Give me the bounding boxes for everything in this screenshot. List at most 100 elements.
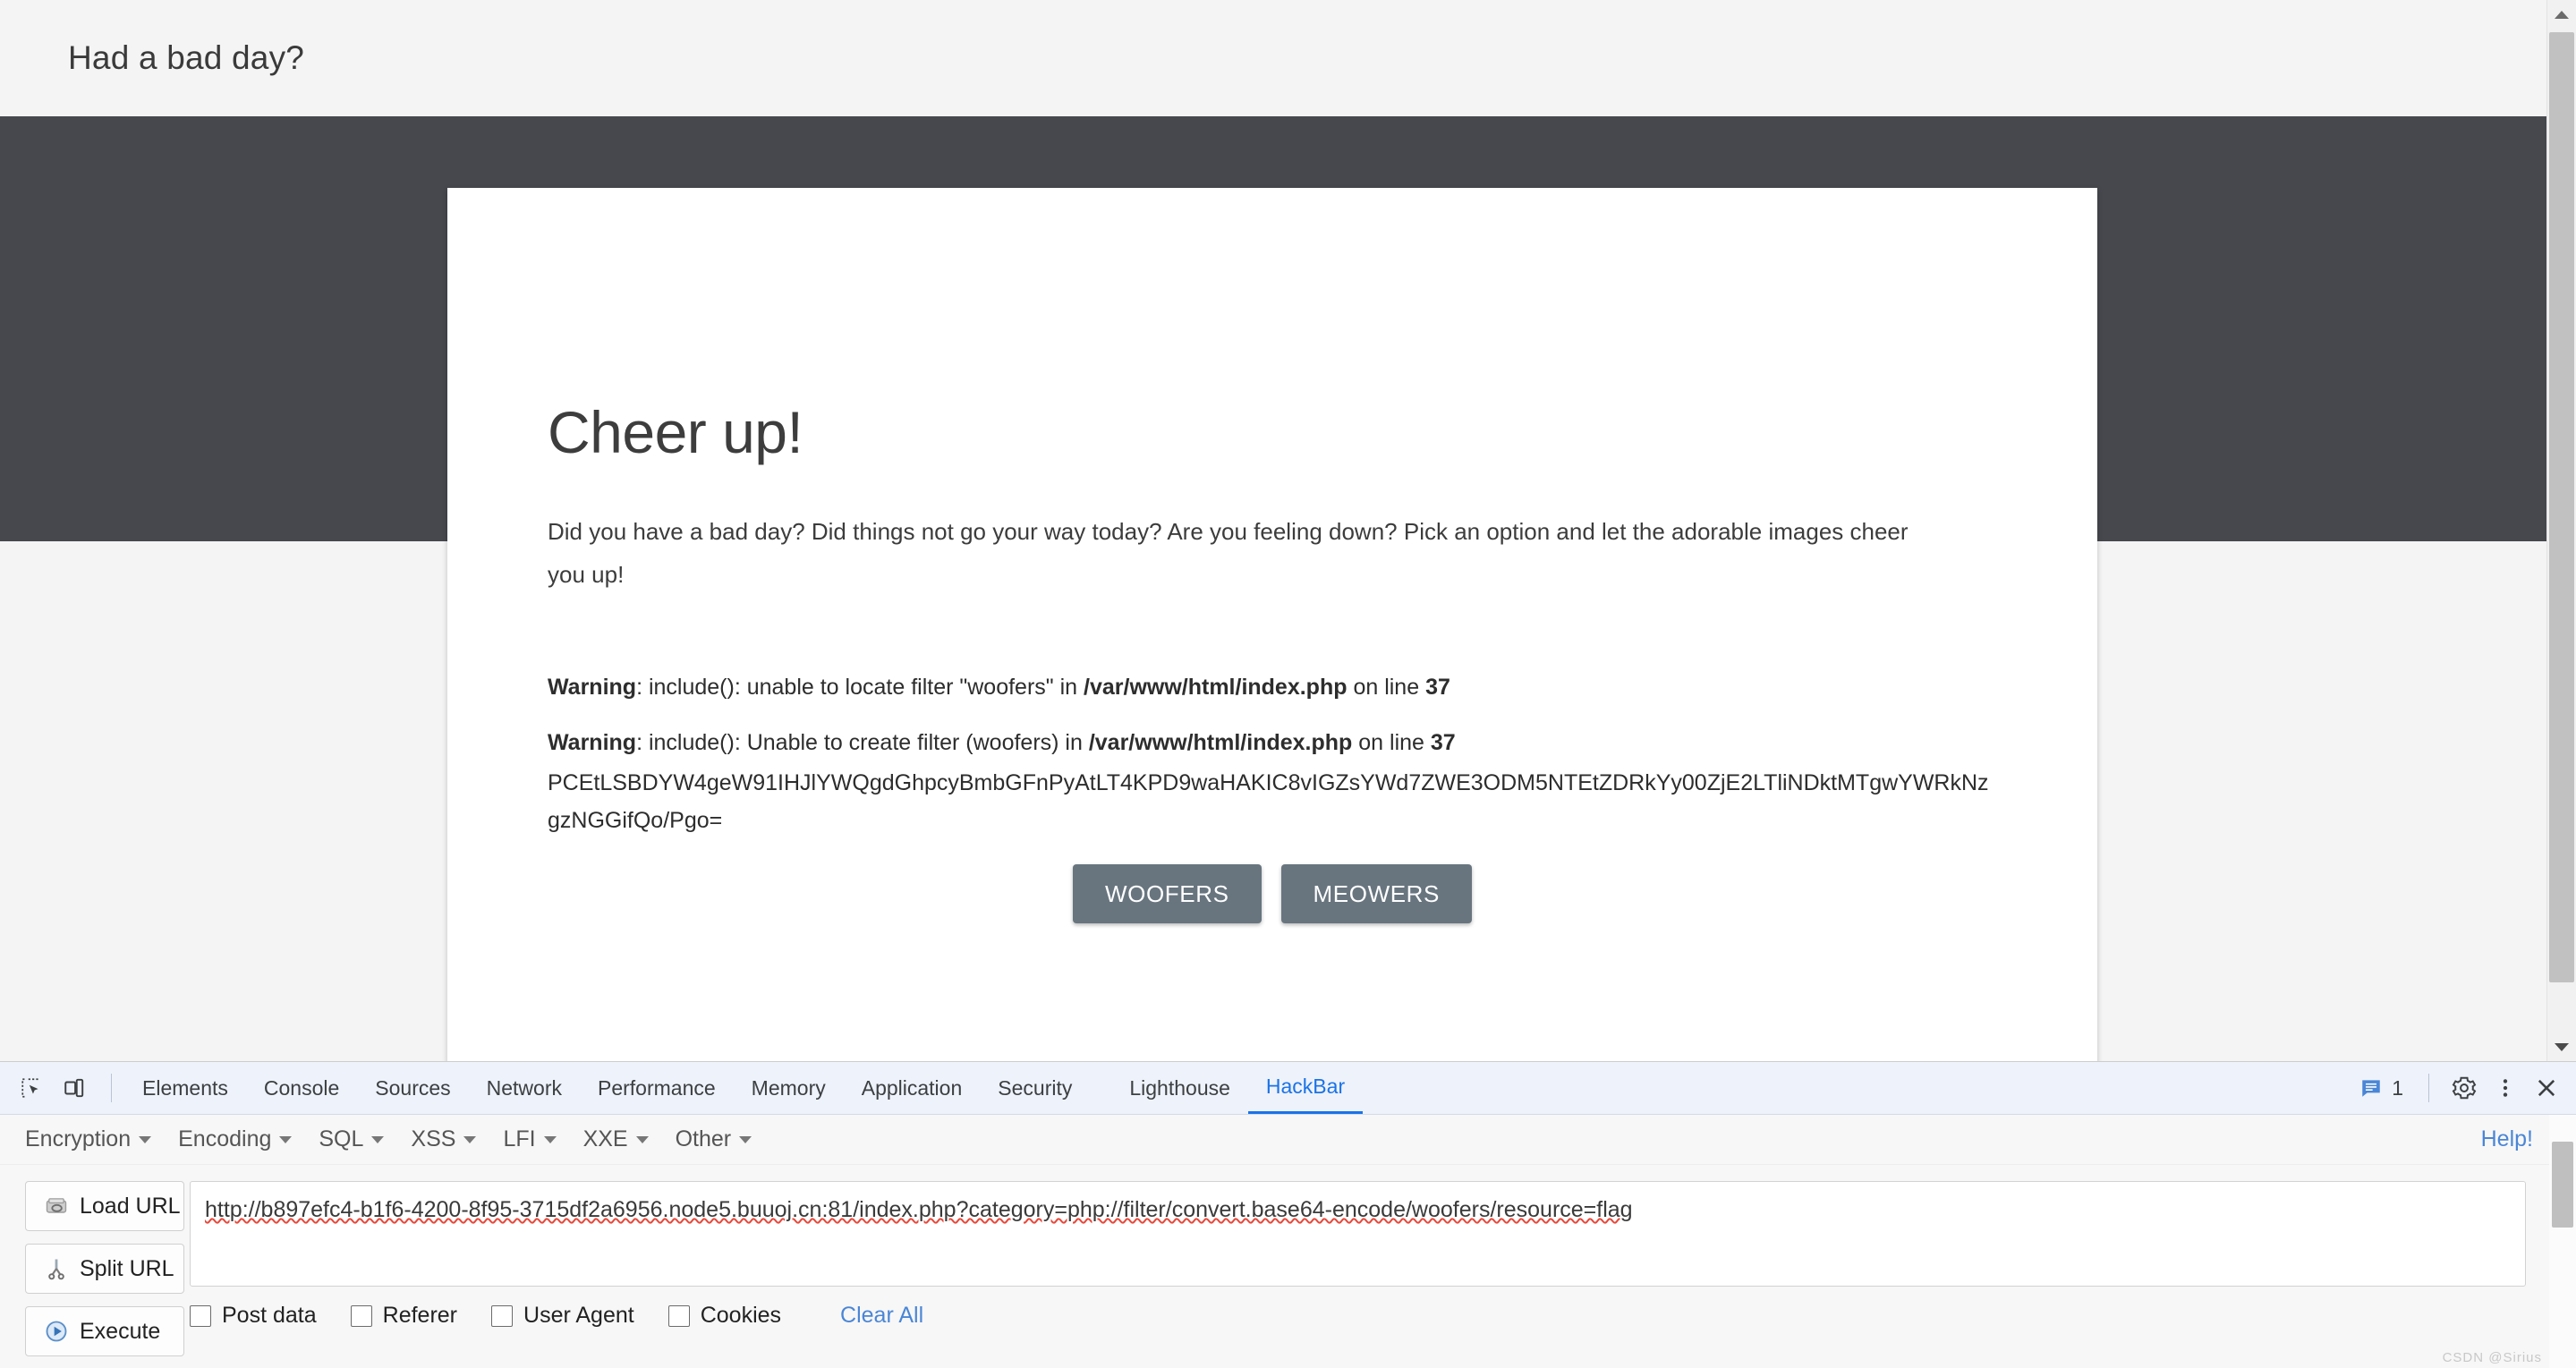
message-count-indicator[interactable]: 1: [2351, 1076, 2412, 1100]
checkbox-referer[interactable]: Referer: [350, 1303, 458, 1329]
toolbar-divider: [2428, 1074, 2429, 1102]
hackbar-vertical-scrollbar[interactable]: [2549, 1115, 2576, 1368]
warning-text: : include(): Unable to create filter (wo…: [636, 730, 1089, 755]
menu-lfi[interactable]: LFI: [503, 1126, 572, 1152]
checkbox-user-agent-label: User Agent: [523, 1303, 634, 1328]
menu-xss[interactable]: XSS: [411, 1126, 492, 1152]
tab-memory[interactable]: Memory: [734, 1062, 844, 1114]
close-icon[interactable]: [2528, 1069, 2565, 1107]
checkbox-box-icon[interactable]: [190, 1304, 211, 1327]
chevron-down-icon: [739, 1135, 752, 1143]
scroll-down-arrow-icon[interactable]: [2547, 1032, 2576, 1061]
checkbox-post-data-label: Post data: [222, 1303, 317, 1328]
hackbar-panel: Encryption Encoding SQL XSS LFI XXE Othe…: [0, 1115, 2576, 1368]
menu-xss-label: XSS: [411, 1126, 456, 1151]
chevron-down-icon: [463, 1135, 477, 1143]
checkbox-cookies-label: Cookies: [700, 1303, 782, 1328]
page-header: Had a bad day?: [0, 0, 2576, 116]
hackbar-main: Load URL Split URL Execute http://b897ef…: [0, 1165, 2576, 1368]
tab-network[interactable]: Network: [469, 1062, 580, 1114]
checkbox-post-data[interactable]: Post data: [190, 1303, 317, 1329]
menu-encryption[interactable]: Encryption: [25, 1126, 167, 1152]
tab-hackbar[interactable]: HackBar: [1247, 1062, 1364, 1114]
split-url-icon: [48, 1259, 64, 1280]
menu-lfi-label: LFI: [503, 1126, 536, 1151]
scroll-up-arrow-icon[interactable]: [2547, 0, 2576, 29]
checkbox-box-icon[interactable]: [491, 1304, 514, 1327]
chevron-down-icon: [543, 1135, 557, 1143]
meowers-button[interactable]: MEOWERS: [1280, 864, 1472, 923]
chevron-down-icon: [279, 1135, 293, 1143]
execute-button[interactable]: Execute: [25, 1306, 184, 1356]
card-lead-text: Did you have a bad day? Did things not g…: [548, 518, 1909, 588]
tab-sources[interactable]: Sources: [357, 1062, 468, 1114]
chevron-down-icon: [635, 1135, 649, 1143]
browser-page-viewport: Had a bad day? Cheer up! Did you have a …: [0, 0, 2576, 1061]
inspect-element-icon[interactable]: [13, 1069, 50, 1107]
chevron-down-icon: [371, 1135, 385, 1143]
devtools-right-controls: 1: [2351, 1062, 2565, 1114]
menu-sql-label: SQL: [319, 1126, 364, 1151]
execute-label: Execute: [80, 1318, 161, 1344]
load-url-icon: [46, 1198, 67, 1213]
help-link[interactable]: Help!: [2481, 1126, 2533, 1152]
hackbar-url-area: http://b897efc4-b1f6-4200-8f95-3715df2a6…: [190, 1181, 2576, 1368]
load-url-button[interactable]: Load URL: [25, 1181, 184, 1231]
php-warning-row: Warning: include(): unable to locate fil…: [548, 653, 1997, 709]
woofers-button[interactable]: WOOFERS: [1073, 864, 1262, 923]
devtools-tabbar: Elements Console Sources Network Perform…: [0, 1062, 2576, 1115]
gear-icon[interactable]: [2445, 1069, 2483, 1107]
devtools-tool-icons: [0, 1069, 124, 1107]
watermark: CSDN @Sirius: [2442, 1350, 2542, 1365]
warning-line-number: 37: [1425, 675, 1450, 700]
page-vertical-scrollbar[interactable]: [2546, 0, 2576, 1061]
menu-encoding[interactable]: Encoding: [178, 1126, 308, 1152]
checkbox-referer-label: Referer: [382, 1303, 458, 1328]
checkbox-box-icon[interactable]: [350, 1304, 372, 1327]
checkbox-user-agent[interactable]: User Agent: [491, 1303, 634, 1329]
hackbar-options-row: Post data Referer User Agent Cookies Cle…: [190, 1287, 2526, 1329]
page-title: Had a bad day?: [68, 39, 305, 76]
warning-line-number: 37: [1430, 730, 1456, 755]
url-input[interactable]: http://b897efc4-b1f6-4200-8f95-3715df2a6…: [190, 1181, 2526, 1287]
split-url-label: Split URL: [80, 1255, 174, 1281]
menu-encoding-label: Encoding: [178, 1126, 272, 1151]
content-card: Cheer up! Did you have a bad day? Did th…: [447, 188, 2097, 1061]
menu-encryption-label: Encryption: [25, 1126, 132, 1151]
message-bubble-icon: [2362, 1080, 2380, 1097]
more-vertical-icon[interactable]: [2487, 1069, 2524, 1107]
warning-file-path: /var/www/html/index.php: [1084, 675, 1348, 700]
hackbar-menubar: Encryption Encoding SQL XSS LFI XXE Othe…: [0, 1115, 2576, 1165]
chevron-down-icon: [139, 1135, 152, 1143]
screenshot-root: Had a bad day? Cheer up! Did you have a …: [0, 0, 2576, 1368]
tab-elements[interactable]: Elements: [124, 1062, 246, 1114]
action-button-row: WOOFERS MEOWERS: [548, 839, 1997, 923]
menu-sql[interactable]: SQL: [319, 1126, 400, 1152]
menu-other[interactable]: Other: [676, 1126, 769, 1152]
toolbar-divider: [111, 1074, 112, 1102]
devtools-tab-list: Elements Console Sources Network Perform…: [124, 1062, 1364, 1114]
checkbox-cookies[interactable]: Cookies: [667, 1303, 782, 1329]
tab-application[interactable]: Application: [844, 1062, 981, 1114]
warning-label: Warning: [548, 675, 637, 700]
devtools-panel: Elements Console Sources Network Perform…: [0, 1061, 2576, 1368]
php-warnings: Warning: include(): unable to locate fil…: [548, 596, 1997, 839]
device-toolbar-icon[interactable]: [55, 1069, 93, 1107]
tab-security[interactable]: Security: [980, 1062, 1090, 1114]
message-count-value: 1: [2392, 1075, 2403, 1100]
menu-xxe[interactable]: XXE: [583, 1126, 665, 1152]
checkbox-box-icon[interactable]: [667, 1304, 690, 1327]
menu-other-label: Other: [675, 1126, 732, 1151]
menu-xxe-label: XXE: [582, 1126, 628, 1151]
tab-console[interactable]: Console: [246, 1062, 357, 1114]
tab-lighthouse[interactable]: Lighthouse: [1111, 1062, 1248, 1114]
execute-icon: [46, 1321, 67, 1342]
tab-performance[interactable]: Performance: [580, 1062, 734, 1114]
load-url-label: Load URL: [80, 1193, 181, 1219]
clear-all-link[interactable]: Clear All: [840, 1303, 923, 1329]
warning-line-text: on line: [1347, 675, 1426, 700]
scrollbar-thumb[interactable]: [2552, 1142, 2573, 1228]
split-url-button[interactable]: Split URL: [25, 1244, 184, 1294]
scrollbar-thumb[interactable]: [2549, 32, 2574, 982]
warning-line-text: on line: [1352, 730, 1431, 755]
